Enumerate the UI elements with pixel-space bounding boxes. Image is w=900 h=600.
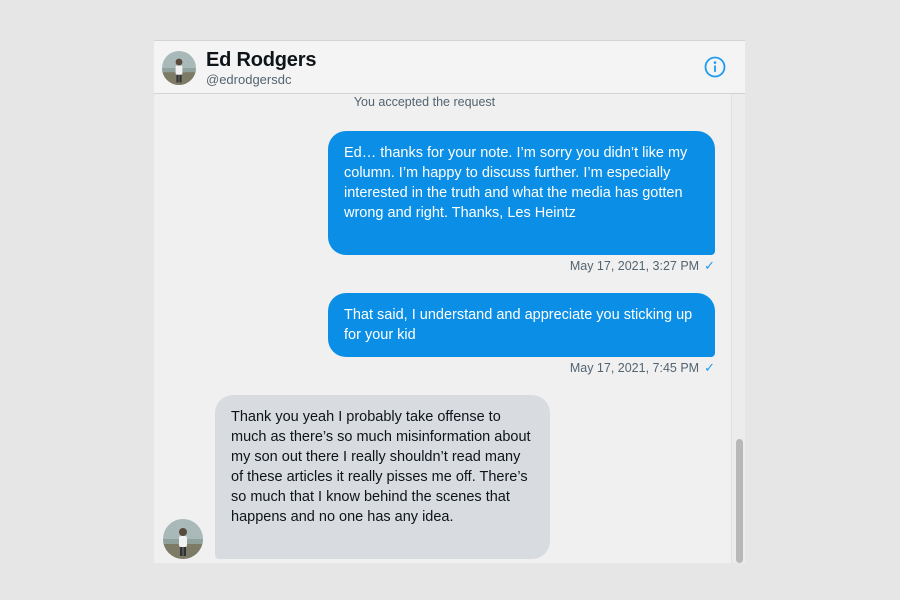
- checkmark-icon: ✓: [704, 360, 715, 375]
- contact-handle: @edrodgersdc: [206, 72, 292, 87]
- checkmark-icon: ✓: [704, 258, 715, 273]
- incoming-message[interactable]: Thank you yeah I probably take offense t…: [215, 395, 550, 559]
- scrollbar[interactable]: [731, 94, 745, 563]
- timestamp-text: May 17, 2021, 3:27 PM: [569, 259, 700, 273]
- outgoing-message[interactable]: That said, I understand and appreciate y…: [328, 293, 715, 357]
- avatar[interactable]: [163, 519, 203, 559]
- outgoing-message[interactable]: Ed… thanks for your note. I’m sorry you …: [328, 131, 715, 255]
- contact-name: Ed Rodgers: [206, 49, 317, 71]
- dm-conversation-window: Ed Rodgers @edrodgersdc You accepted the…: [154, 40, 745, 563]
- avatar[interactable]: [162, 51, 196, 85]
- message-timestamp: May 17, 2021, 3:27 PM ✓: [570, 258, 715, 274]
- conversation-header: Ed Rodgers @edrodgersdc: [154, 41, 745, 94]
- message-timestamp: May 17, 2021, 7:45 PM ✓: [570, 360, 715, 376]
- scrollbar-thumb[interactable]: [736, 439, 743, 563]
- timestamp-text: May 17, 2021, 7:45 PM: [569, 361, 700, 375]
- info-icon[interactable]: [703, 55, 727, 79]
- request-accepted-note: You accepted the request: [353, 95, 496, 109]
